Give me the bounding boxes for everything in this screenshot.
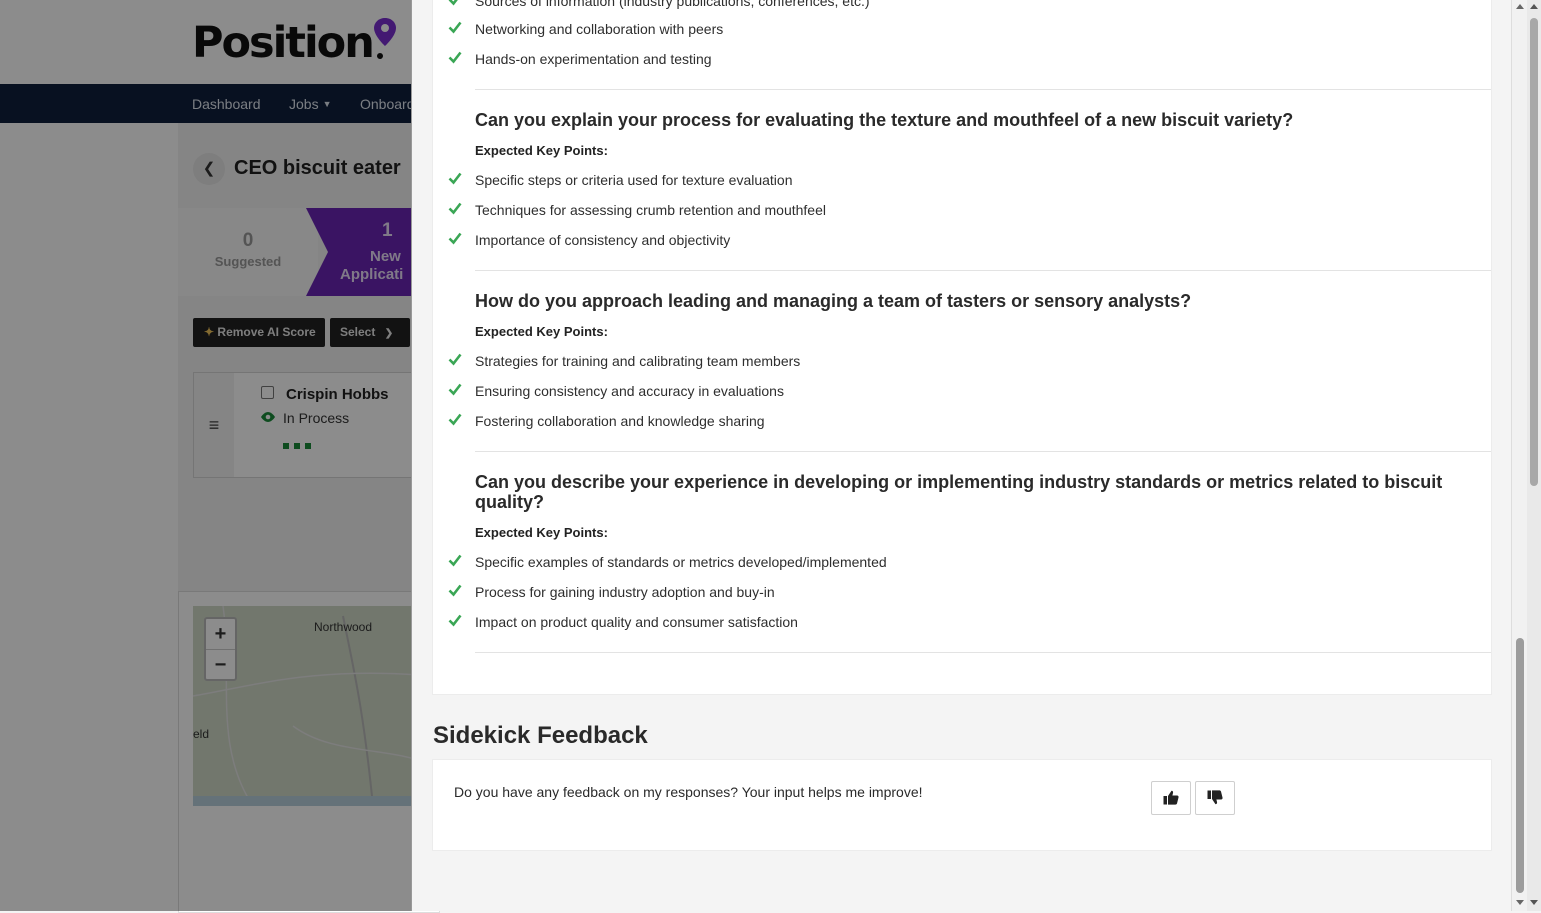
key-points-label: Expected Key Points:: [475, 525, 608, 540]
list-item: Hands-on experimentation and testing: [448, 51, 712, 67]
divider: [475, 652, 1491, 653]
list-item: Networking and collaboration with peers: [448, 21, 724, 37]
check-icon: [448, 353, 462, 366]
page-scroll-down-arrow-icon[interactable]: [1530, 900, 1538, 905]
check-icon: [448, 51, 462, 64]
thumbs-down-button[interactable]: [1195, 781, 1235, 815]
list-item-text: Strategies for training and calibrating …: [475, 353, 801, 369]
list-item: Impact on product quality and consumer s…: [448, 614, 798, 630]
scroll-up-arrow-icon[interactable]: [1516, 4, 1524, 9]
list-item-text: Process for gaining industry adoption an…: [475, 584, 775, 600]
list-item-text: Importance of consistency and objectivit…: [475, 232, 731, 248]
list-item-text: Ensuring consistency and accuracy in eva…: [475, 383, 784, 399]
list-item: Strategies for training and calibrating …: [448, 353, 801, 369]
thumbs-down-icon: [1207, 790, 1223, 805]
check-icon: [448, 383, 462, 396]
list-item-text: Networking and collaboration with peers: [475, 21, 724, 37]
check-icon: [448, 172, 462, 185]
list-item: Importance of consistency and objectivit…: [448, 232, 731, 248]
check-icon: [448, 554, 462, 567]
interview-questions-panel: Sources of information (industry publica…: [411, 0, 1512, 911]
divider: [475, 89, 1491, 90]
question-title: How do you approach leading and managing…: [475, 291, 1192, 311]
check-icon: [448, 0, 458, 6]
check-icon: [448, 202, 462, 215]
thumbs-up-icon: [1163, 790, 1179, 805]
thumbs-up-button[interactable]: [1151, 781, 1191, 815]
list-item-text: Sources of information (industry publica…: [475, 0, 870, 9]
check-icon: [448, 614, 462, 627]
page-scrollbar-thumb[interactable]: [1530, 18, 1538, 486]
page-scroll-up-arrow-icon[interactable]: [1530, 4, 1538, 9]
questions-card: Sources of information (industry publica…: [432, 0, 1492, 695]
list-item: Sources of information (industry publica…: [448, 0, 870, 9]
list-item-text: Specific steps or criteria used for text…: [475, 172, 793, 188]
sidekick-feedback-title: Sidekick Feedback: [433, 722, 648, 749]
list-item: Specific examples of standards or metric…: [448, 554, 887, 570]
page-scrollbar[interactable]: [1527, 0, 1541, 911]
check-icon: [448, 232, 462, 245]
feedback-prompt: Do you have any feedback on my responses…: [454, 784, 923, 800]
check-icon: [448, 584, 462, 597]
scroll-down-arrow-icon[interactable]: [1516, 900, 1524, 905]
divider: [475, 451, 1491, 452]
list-item-text: Fostering collaboration and knowledge sh…: [475, 413, 765, 429]
list-item-text: Hands-on experimentation and testing: [475, 51, 712, 67]
question-title: Can you describe your experience in deve…: [475, 472, 1443, 512]
key-points-label: Expected Key Points:: [475, 143, 608, 158]
list-item: Specific steps or criteria used for text…: [448, 172, 793, 188]
list-item-text: Specific examples of standards or metric…: [475, 554, 887, 570]
check-icon: [448, 413, 462, 426]
list-item: Ensuring consistency and accuracy in eva…: [448, 383, 784, 399]
check-icon: [448, 21, 462, 34]
feedback-card: Do you have any feedback on my responses…: [432, 759, 1492, 851]
list-item-text: Techniques for assessing crumb retention…: [475, 202, 826, 218]
list-item: Process for gaining industry adoption an…: [448, 584, 775, 600]
key-points-label: Expected Key Points:: [475, 324, 608, 339]
list-item-text: Impact on product quality and consumer s…: [475, 614, 798, 630]
list-item: Fostering collaboration and knowledge sh…: [448, 413, 765, 429]
panel-scrollbar-thumb[interactable]: [1516, 638, 1524, 893]
list-item: Techniques for assessing crumb retention…: [448, 202, 826, 218]
question-title: Can you explain your process for evaluat…: [475, 110, 1294, 130]
divider: [475, 270, 1491, 271]
panel-scrollbar[interactable]: [1511, 0, 1528, 911]
